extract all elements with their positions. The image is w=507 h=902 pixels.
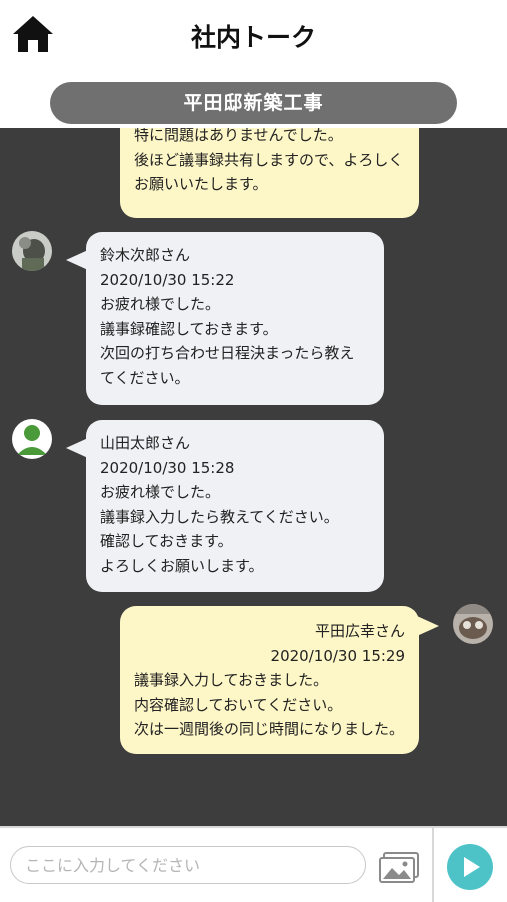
message-text: お疲れ様でした。 bbox=[100, 483, 221, 501]
message-text: 内容確認しておいてください。 bbox=[134, 695, 343, 714]
message-bubble-outgoing: 特に問題はありませんでした。 後ほど議事録共有しますので、よろしく お願いいたし… bbox=[120, 128, 419, 218]
message-bubble-outgoing: 平田広幸さん 2020/10/30 15:29 議事録入力しておきました。 内容… bbox=[120, 606, 439, 754]
message-input[interactable] bbox=[10, 846, 366, 884]
image-icon[interactable] bbox=[378, 852, 420, 884]
user-photo-icon bbox=[453, 604, 493, 644]
sender-name: 鈴木次郎さん bbox=[100, 246, 191, 264]
message-text: 確認しておきます。 bbox=[100, 532, 233, 550]
sender-name: 平田広幸さん bbox=[314, 622, 405, 640]
avatar[interactable] bbox=[12, 231, 52, 271]
avatar[interactable] bbox=[453, 604, 493, 644]
app-header: 社内トーク bbox=[0, 0, 507, 80]
message-text: 議事録確認しておきます。 bbox=[100, 319, 278, 338]
message-text: 次は一週間後の同じ時間になりました。 bbox=[134, 720, 405, 738]
room-name-badge: 平田邸新築工事 bbox=[50, 82, 457, 124]
message-text: 特に問題はありませんでした。 bbox=[134, 128, 343, 144]
user-default-icon bbox=[12, 419, 52, 459]
message-composer bbox=[0, 826, 507, 902]
chat-area[interactable]: 特に問題はありませんでした。 後ほど議事録共有しますので、よろしく お願いいたし… bbox=[0, 128, 507, 826]
message-text: お願いいたします。 bbox=[134, 175, 268, 193]
message-bubble-incoming: 鈴木次郎さん 2020/10/30 15:22 お疲れ様でした。 議事録確認して… bbox=[66, 232, 384, 405]
message-timestamp: 2020/10/30 15:29 bbox=[270, 646, 405, 665]
page-title: 社内トーク bbox=[190, 23, 316, 52]
message-text: 次回の打ち合わせ日程決まったら教え bbox=[100, 344, 355, 362]
message-bubble-incoming: 山田太郎さん 2020/10/30 15:28 お疲れ様でした。 議事録入力した… bbox=[66, 420, 384, 592]
message-timestamp: 2020/10/30 15:28 bbox=[100, 458, 235, 477]
message-text: 議事録入力したら教えてください。 bbox=[100, 507, 339, 526]
send-button[interactable] bbox=[447, 844, 493, 890]
message-text: 議事録入力しておきました。 bbox=[134, 671, 329, 689]
message-text: よろしくお願いします。 bbox=[100, 556, 264, 575]
avatar[interactable] bbox=[12, 419, 52, 459]
message-text: てください。 bbox=[100, 368, 190, 387]
message-text: お疲れ様でした。 bbox=[100, 295, 221, 313]
message-timestamp: 2020/10/30 15:22 bbox=[100, 270, 235, 289]
user-photo-icon bbox=[12, 231, 52, 271]
divider bbox=[432, 828, 434, 902]
sender-name: 山田太郎さん bbox=[100, 434, 191, 452]
message-text: 後ほど議事録共有しますので、よろしく bbox=[134, 150, 404, 169]
